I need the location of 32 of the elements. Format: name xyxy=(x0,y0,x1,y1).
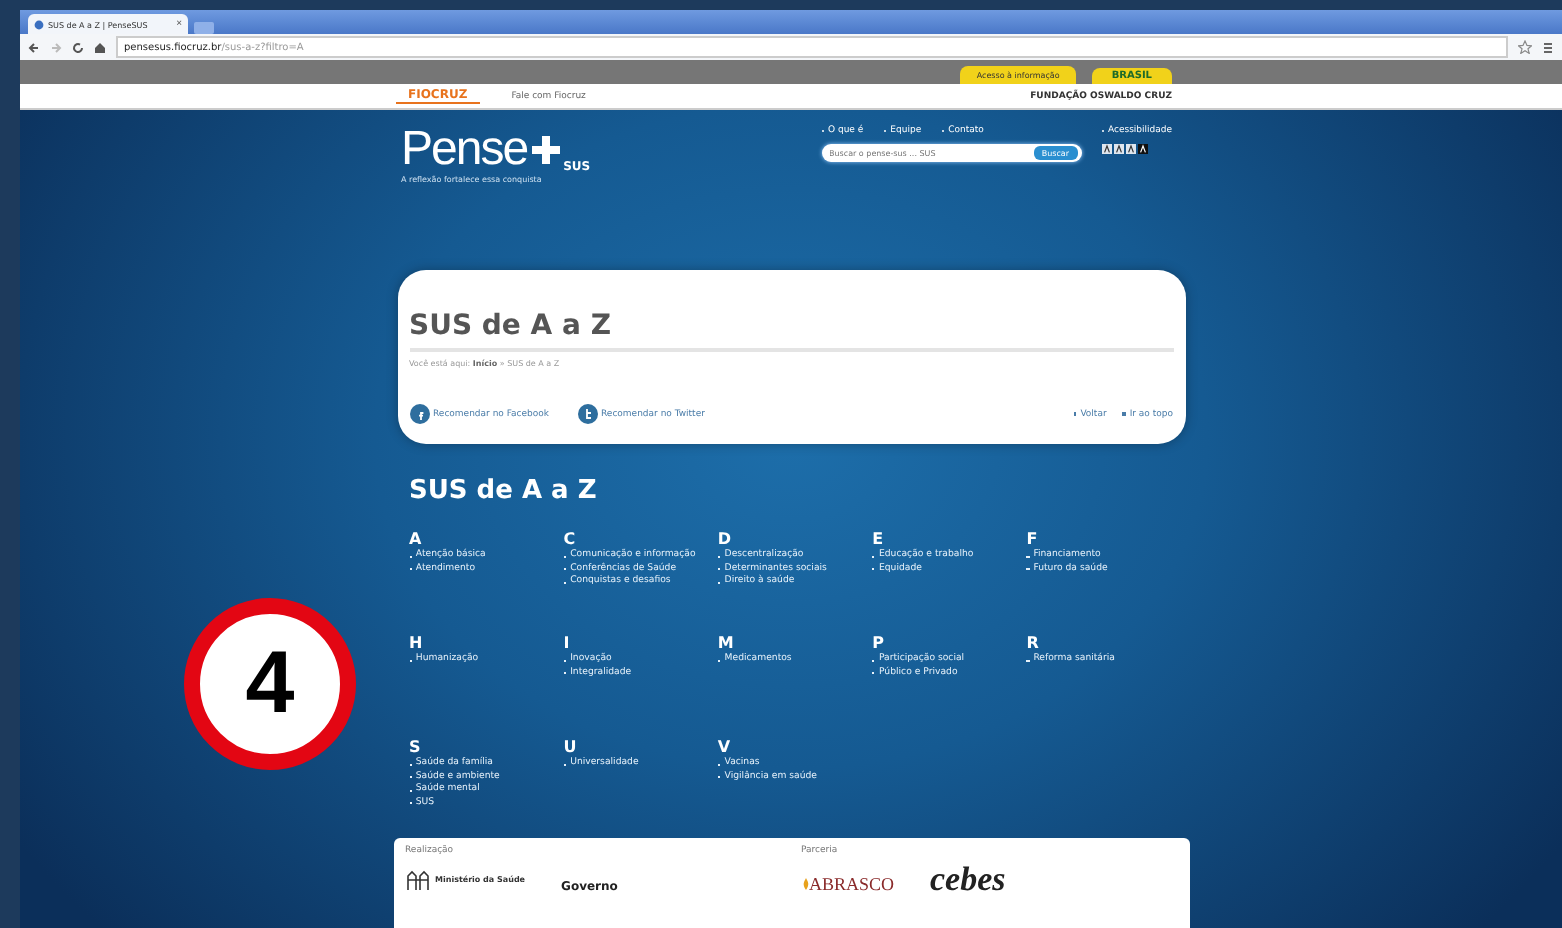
partner-logo[interactable]: ABRASCO xyxy=(801,874,895,894)
globe-icon xyxy=(34,19,44,29)
index-letter: E xyxy=(872,530,886,548)
plus-icon xyxy=(531,136,560,164)
font-size-icon[interactable] xyxy=(1125,144,1135,154)
index-letter: D xyxy=(717,530,734,548)
index-letter: S xyxy=(409,738,423,756)
index-letter: V xyxy=(717,738,733,756)
star-icon[interactable] xyxy=(1518,40,1532,54)
index-letter: R xyxy=(1026,634,1041,652)
index-letter: I xyxy=(563,634,571,652)
site-logo[interactable]: Pense xyxy=(401,126,528,174)
flame-icon xyxy=(801,878,809,890)
index-letter: F xyxy=(1026,530,1040,548)
index-letter: C xyxy=(563,530,578,548)
index-letter: M xyxy=(717,634,736,652)
index-letter: A xyxy=(409,530,424,548)
menu-icon[interactable] xyxy=(1542,41,1554,53)
index-letter: U xyxy=(563,738,579,756)
back-icon[interactable] xyxy=(28,41,40,53)
page-title: SUS de A a Z xyxy=(409,310,1173,352)
font-size-icon[interactable] xyxy=(1113,144,1123,154)
building-icon xyxy=(405,869,429,889)
font-size-icon[interactable] xyxy=(1101,144,1111,154)
reload-icon[interactable] xyxy=(72,41,84,53)
index-letter: P xyxy=(872,634,886,652)
facebook-icon xyxy=(409,404,429,424)
partner-logo[interactable]: cebes xyxy=(930,864,1006,896)
index-letter: H xyxy=(409,634,425,652)
section-title: SUS de A a Z xyxy=(409,476,599,506)
twitter-icon xyxy=(577,404,597,424)
home-icon[interactable] xyxy=(94,41,106,53)
